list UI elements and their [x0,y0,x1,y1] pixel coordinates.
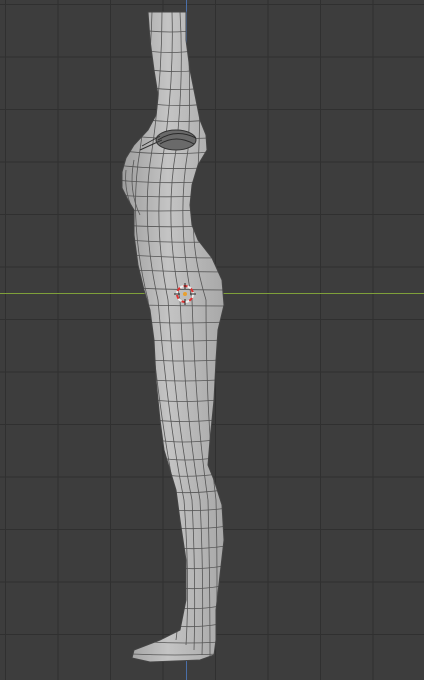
3d-viewport[interactable] [0,0,424,680]
mesh-surface [122,12,224,662]
object-origin-icon [183,292,187,296]
3d-cursor-icon[interactable] [174,283,196,305]
body-mesh-object[interactable] [0,0,424,680]
